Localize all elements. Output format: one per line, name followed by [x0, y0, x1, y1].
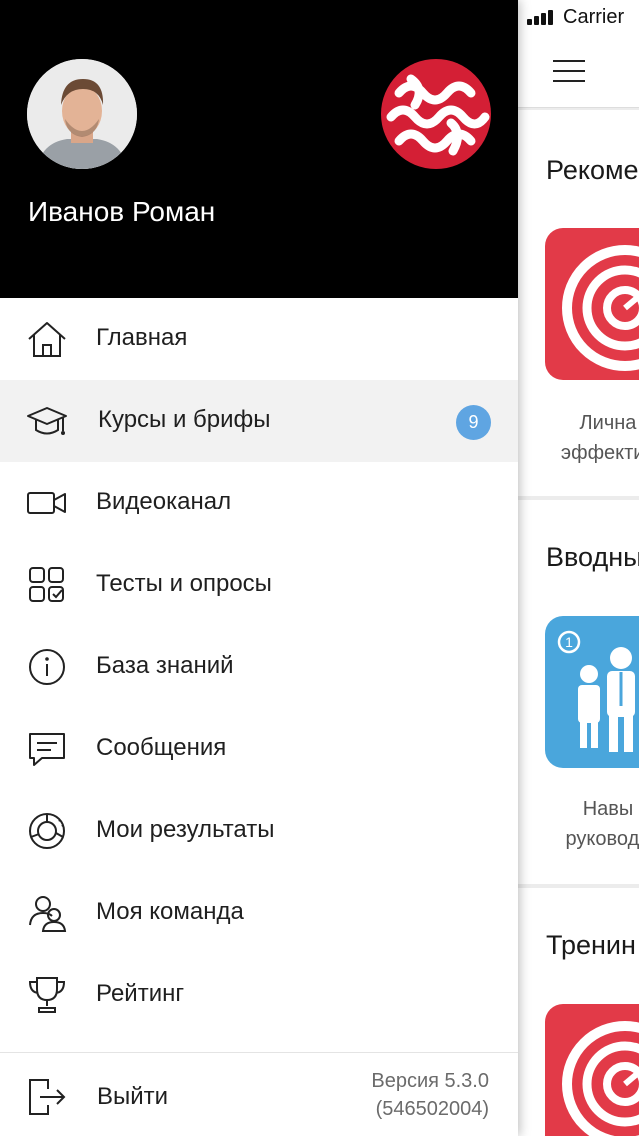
menu-item-my-team[interactable]: Моя команда [0, 872, 518, 954]
section-title: Рекоме [546, 155, 639, 185]
menu-item-label: Мои результаты [96, 816, 275, 843]
menu-item-courses[interactable]: Курсы и брифы 9 [0, 380, 518, 462]
results-chart-icon [29, 813, 65, 849]
section-title: Тренин [546, 930, 636, 960]
menu-item-home[interactable]: Главная [0, 298, 518, 380]
logout-button[interactable]: Выйти [97, 1083, 168, 1111]
menu-item-tests[interactable]: Тесты и опросы [0, 544, 518, 626]
message-icon [29, 733, 65, 766]
signal-strength-icon [527, 9, 557, 25]
info-icon [29, 649, 65, 685]
menu-item-knowledge-base[interactable]: База знаний [0, 626, 518, 708]
hamburger-menu-icon[interactable] [553, 58, 585, 84]
menu-item-label: Моя команда [96, 898, 244, 925]
app-version: Версия 5.3.0 (546502004) [371, 1070, 489, 1120]
menu-item-label: Курсы и брифы [98, 406, 271, 433]
menu-item-label: Рейтинг [96, 980, 185, 1007]
course-card[interactable] [545, 228, 639, 380]
recommended-section: Рекоме Лична эффектив [518, 110, 639, 496]
team-icon [29, 896, 67, 932]
menu-item-messages[interactable]: Сообщения [0, 708, 518, 790]
intro-section: Вводны 1 Навы руководи [518, 500, 639, 884]
menu-item-video-channel[interactable]: Видеоканал [0, 462, 518, 544]
graduation-cap-icon [27, 407, 67, 435]
brand-logo [381, 59, 491, 169]
video-camera-icon [27, 492, 66, 514]
svg-text:1: 1 [565, 634, 573, 650]
team-people-icon: 1 [557, 630, 635, 752]
menu-item-label: Сообщения [96, 734, 227, 761]
menu-item-my-results[interactable]: Мои результаты [0, 790, 518, 872]
training-section: Тренин [518, 888, 639, 1136]
logout-icon[interactable] [26, 1077, 68, 1117]
navigation-drawer: Иванов Роман Главная Курсы и брифы 9 Вид… [0, 0, 518, 1136]
menu-item-label: Видеоканал [96, 488, 232, 515]
target-icon [562, 1021, 639, 1136]
menu-item-label: Тесты и опросы [96, 570, 272, 597]
drawer-header: Иванов Роман [0, 0, 518, 298]
course-card[interactable]: 1 [545, 616, 639, 768]
menu-item-label: База знаний [96, 652, 234, 679]
trophy-icon [28, 977, 66, 1013]
unread-count-badge: 9 [456, 405, 491, 440]
course-card[interactable] [545, 1004, 639, 1136]
avatar[interactable] [27, 59, 137, 169]
carrier-label: Carrier [563, 6, 625, 28]
course-card-title: Лична эффектив [560, 412, 639, 464]
user-name: Иванов Роман [28, 196, 216, 227]
tests-grid-icon [29, 567, 64, 602]
drawer-menu: Главная Курсы и брифы 9 Видеоканал Тесты… [0, 298, 518, 1036]
course-card-title: Навы руководи [565, 798, 639, 850]
home-icon [28, 322, 66, 357]
user-avatar-image [27, 59, 137, 169]
drawer-footer: Выйти Версия 5.3.0 (546502004) [0, 1052, 518, 1136]
menu-item-label: Главная [96, 324, 188, 351]
menu-item-rating[interactable]: Рейтинг [0, 954, 518, 1036]
target-icon [562, 245, 639, 371]
section-title: Вводны [546, 542, 639, 572]
